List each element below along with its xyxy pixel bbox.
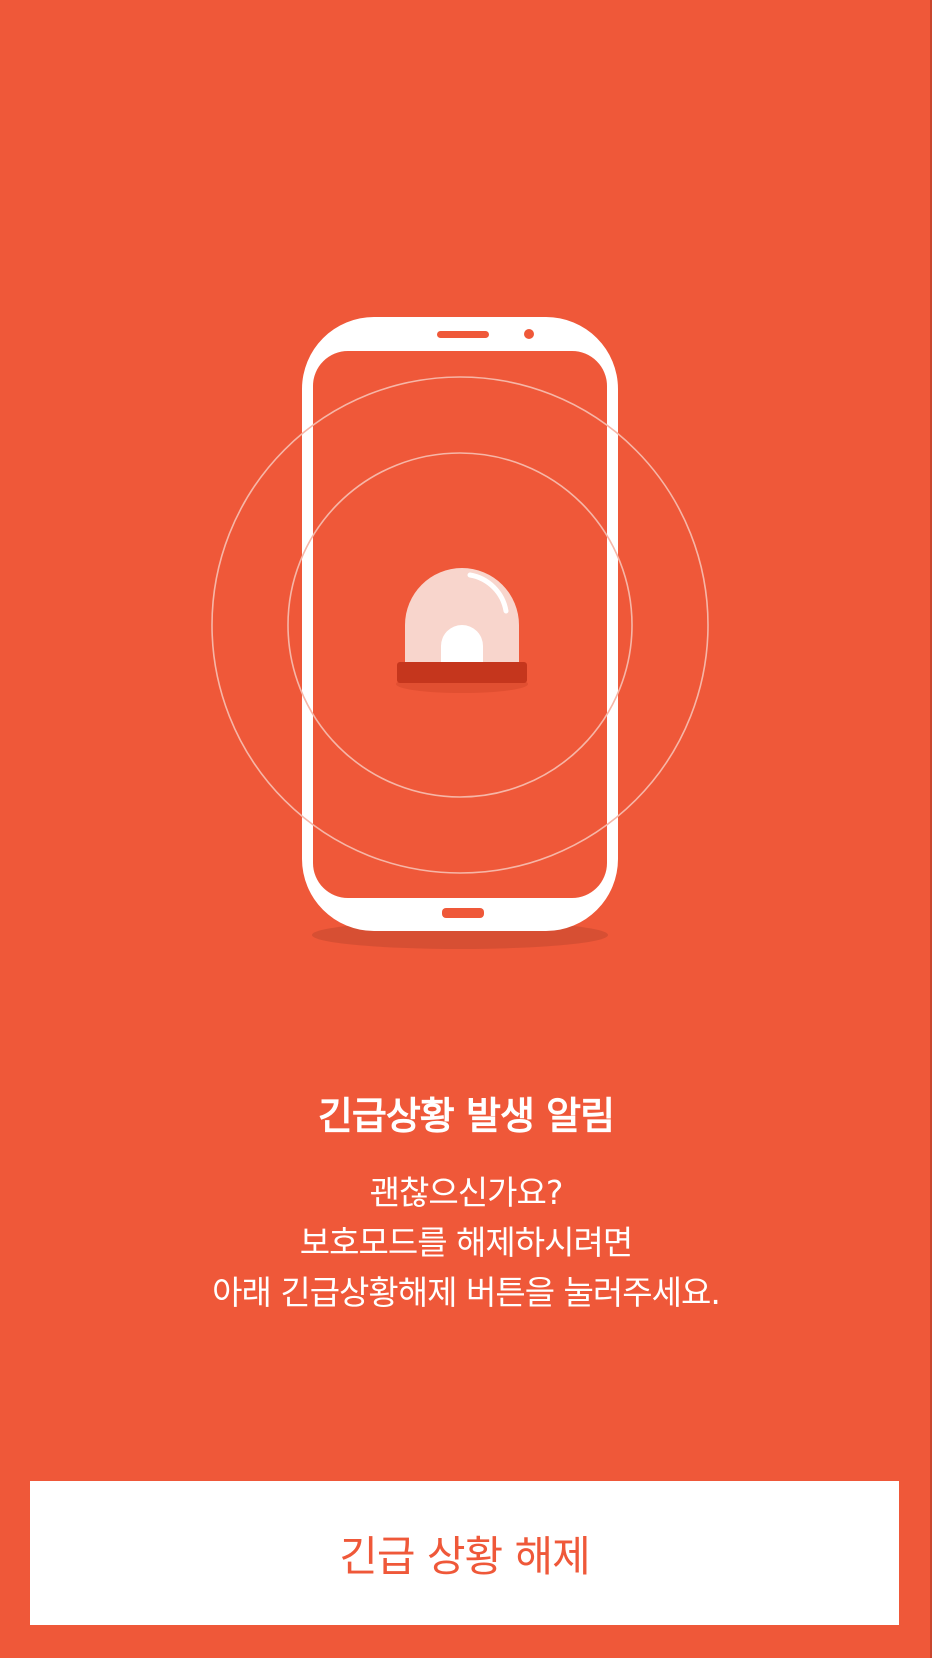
- phone-speaker: [437, 331, 489, 338]
- alert-message-line: 보호모드를 해제하시려면: [299, 1223, 633, 1262]
- alert-message-line: 괜찮으신가요?: [369, 1173, 564, 1212]
- phone-camera: [524, 329, 534, 339]
- phone-home-button: [442, 908, 484, 918]
- emergency-illustration: [211, 317, 709, 949]
- alert-title: 긴급상황 발생 알림: [317, 1094, 615, 1138]
- emergency-alert-screen: 긴급상황 발생 알림 괜찮으신가요? 보호모드를 해제하시려면 아래 긴급상황해…: [0, 0, 932, 1658]
- emergency-release-button[interactable]: 긴급 상황 해제: [30, 1481, 899, 1625]
- alert-message-line: 아래 긴급상황해제 버튼을 눌러주세요.: [212, 1273, 721, 1312]
- alert-message: 괜찮으신가요? 보호모드를 해제하시려면 아래 긴급상황해제 버튼을 눌러주세요…: [0, 1168, 932, 1318]
- siren-icon: [396, 568, 528, 693]
